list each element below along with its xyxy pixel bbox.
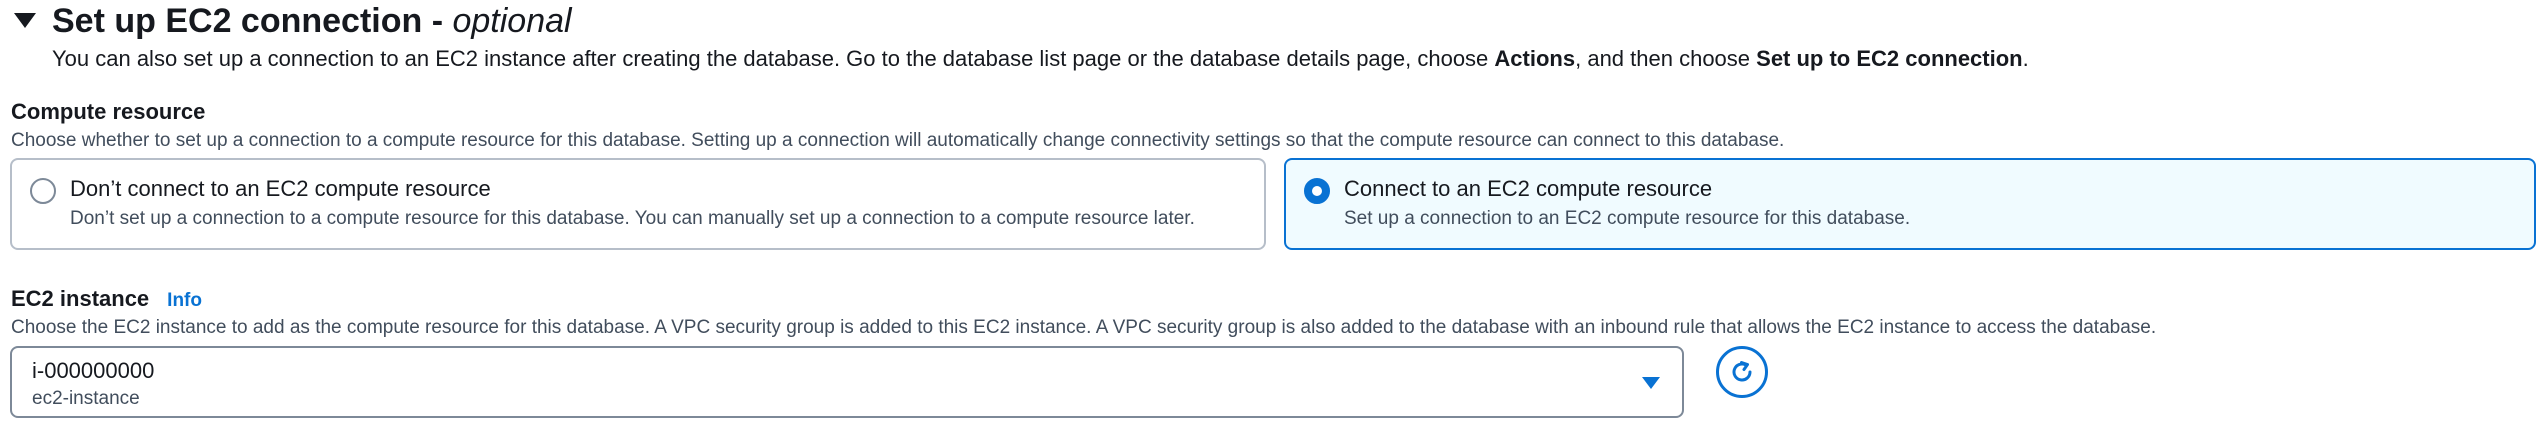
refresh-icon [1732, 361, 1752, 382]
caret-down-icon[interactable] [14, 13, 36, 28]
option-dont-connect[interactable]: Don’t connect to an EC2 compute resource… [10, 158, 1266, 250]
option-description: Don’t set up a connection to a compute r… [70, 208, 1195, 229]
ec2-instance-label: EC2 instance [11, 286, 150, 311]
caret-down-icon[interactable] [1642, 377, 1660, 389]
option-connect[interactable]: Connect to an EC2 compute resource Set u… [1284, 158, 2536, 250]
ec2-instance-select[interactable]: i-000000000 ec2-instance [10, 346, 1684, 418]
option-label: Connect to an EC2 compute resource [1344, 176, 1713, 201]
radio-button-selected[interactable] [1304, 178, 1330, 204]
ec2-instance-label-row: EC2 instance Info [11, 286, 202, 312]
ec2-instance-description: Choose the EC2 instance to add as the co… [11, 317, 2157, 338]
option-description: Set up a connection to an EC2 compute re… [1344, 208, 1911, 229]
radio-button-unselected[interactable] [30, 178, 56, 204]
info-link[interactable]: Info [167, 290, 202, 312]
compute-resource-description: Choose whether to set up a connection to… [11, 130, 1785, 151]
select-subtext: ec2-instance [32, 388, 140, 409]
compute-resource-label: Compute resource [11, 99, 206, 124]
refresh-button[interactable] [1716, 346, 1768, 398]
section-description: You can also set up a connection to an E… [52, 46, 2029, 71]
section-title: Set up EC2 connection - optional [52, 2, 572, 40]
select-value: i-000000000 [32, 358, 155, 383]
option-label: Don’t connect to an EC2 compute resource [70, 176, 491, 201]
optional-label: optional [452, 2, 572, 40]
